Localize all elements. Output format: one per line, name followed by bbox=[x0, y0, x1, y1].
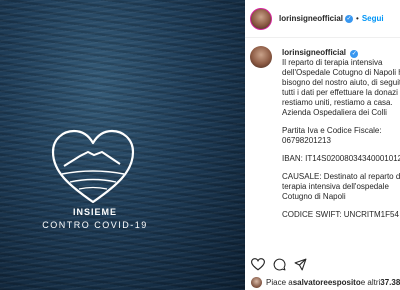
causale-line: Cotugno di Napoli bbox=[282, 192, 346, 201]
caption-line: tutti i dati per effettuare la donazi bbox=[282, 88, 398, 97]
liker-username[interactable]: salvatoreesposito bbox=[293, 278, 361, 287]
caption-line: restiamo uniti, restiamo a casa. bbox=[282, 98, 393, 107]
causale-line: CAUSALE: Destinato al reparto di bbox=[282, 172, 400, 181]
post-actions bbox=[245, 254, 400, 274]
likes-prefix: Piace a bbox=[266, 277, 293, 287]
caption-avatar[interactable] bbox=[250, 46, 272, 68]
iban-line: IBAN: IT14S020080343400010121 bbox=[282, 154, 400, 163]
likes-row[interactable]: Piace a salvatoreesposito e altri 37.38 bbox=[245, 274, 400, 290]
likes-suffix: e altri bbox=[360, 277, 381, 287]
causale-line: terapia intensiva dell'ospedale bbox=[282, 182, 389, 191]
caption-text: lorinsigneofficial ✓ Il reparto di terap… bbox=[282, 48, 400, 220]
follow-button[interactable]: Segui bbox=[362, 14, 384, 23]
post-header: lorinsigneofficial ✓ • Segui bbox=[245, 0, 400, 38]
post-media[interactable]: INSIEME CONTRO COVID-19 bbox=[0, 0, 245, 290]
caption-line: Il reparto di terapia intensiva bbox=[282, 58, 383, 67]
author-avatar[interactable] bbox=[250, 7, 272, 30]
caption-line: bisogno del nostro aiuto, di seguit bbox=[282, 78, 400, 87]
verified-badge-icon: ✓ bbox=[350, 50, 359, 58]
header-username[interactable]: lorinsigneofficial bbox=[279, 14, 343, 23]
post-caption: lorinsigneofficial ✓ Il reparto di terap… bbox=[250, 44, 400, 244]
media-caption-subtitle: CONTRO COVID-19 bbox=[42, 220, 148, 230]
likes-count[interactable]: 37.38 bbox=[380, 278, 400, 287]
verified-badge-icon: ✓ bbox=[345, 14, 354, 23]
liker-avatar bbox=[251, 276, 262, 288]
caption-line: dell'Ospedale Cotugno di Napoli h bbox=[282, 68, 400, 77]
piva-value: 06798201213 bbox=[282, 136, 331, 145]
heart-gulf-logo bbox=[51, 129, 135, 204]
heart-icon[interactable] bbox=[251, 257, 265, 271]
header-separator: • bbox=[356, 14, 359, 23]
swift-line: CODICE SWIFT: UNCRITM1F54 bbox=[282, 210, 399, 219]
caption-author[interactable]: lorinsigneofficial bbox=[282, 48, 346, 57]
post-side-panel: lorinsigneofficial ✓ • Segui lorinsigneo… bbox=[245, 0, 400, 290]
comment-icon[interactable] bbox=[273, 258, 286, 271]
media-caption-title: INSIEME bbox=[72, 207, 117, 217]
share-icon[interactable] bbox=[294, 258, 307, 271]
caption-line: Azienda Ospedaliera dei Colli bbox=[282, 108, 387, 117]
piva-label: Partita Iva e Codice Fiscale: bbox=[282, 126, 382, 135]
